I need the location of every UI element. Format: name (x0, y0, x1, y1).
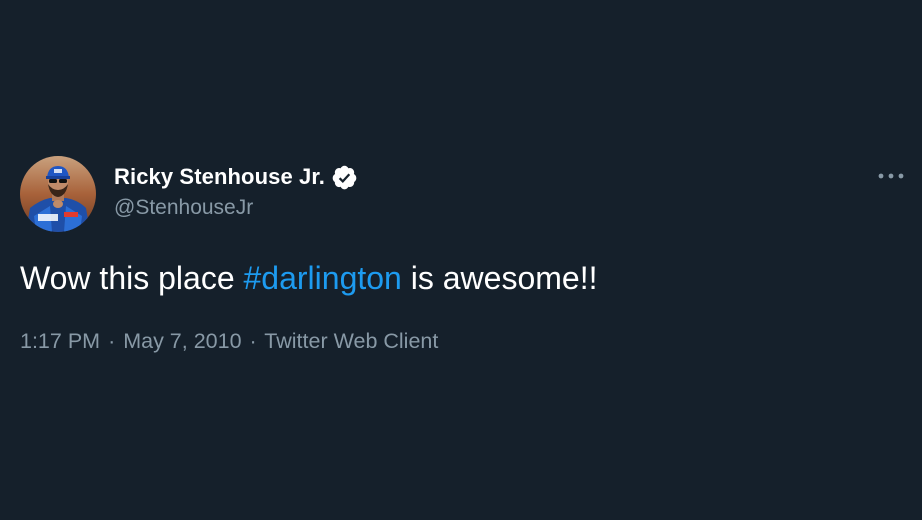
display-name[interactable]: Ricky Stenhouse Jr. (114, 164, 325, 190)
hashtag-link[interactable]: #darlington (244, 260, 402, 296)
separator-dot: · (249, 329, 257, 353)
separator-dot: · (108, 329, 116, 353)
tweet-source[interactable]: Twitter Web Client (264, 329, 438, 353)
tweet-text-after: is awesome!! (401, 260, 598, 296)
more-horizontal-icon (878, 173, 904, 179)
tweet-date[interactable]: May 7, 2010 (123, 329, 241, 353)
driver-avatar-icon (20, 156, 96, 232)
user-handle[interactable]: @StenhouseJr (114, 196, 253, 220)
tweet-metadata: 1:17 PM · May 7, 2010 · Twitter Web Clie… (20, 329, 438, 354)
user-name-row: Ricky Stenhouse Jr. (114, 163, 358, 191)
verified-badge-icon (331, 164, 358, 191)
tweet-text: Wow this place #darlington is awesome!! (20, 258, 597, 298)
tweet-card: Ricky Stenhouse Jr. @StenhouseJr Wow thi… (0, 0, 922, 520)
tweet-time[interactable]: 1:17 PM (20, 329, 100, 353)
avatar[interactable] (20, 156, 96, 232)
tweet-text-before: Wow this place (20, 260, 244, 296)
more-options-button[interactable] (874, 164, 908, 188)
